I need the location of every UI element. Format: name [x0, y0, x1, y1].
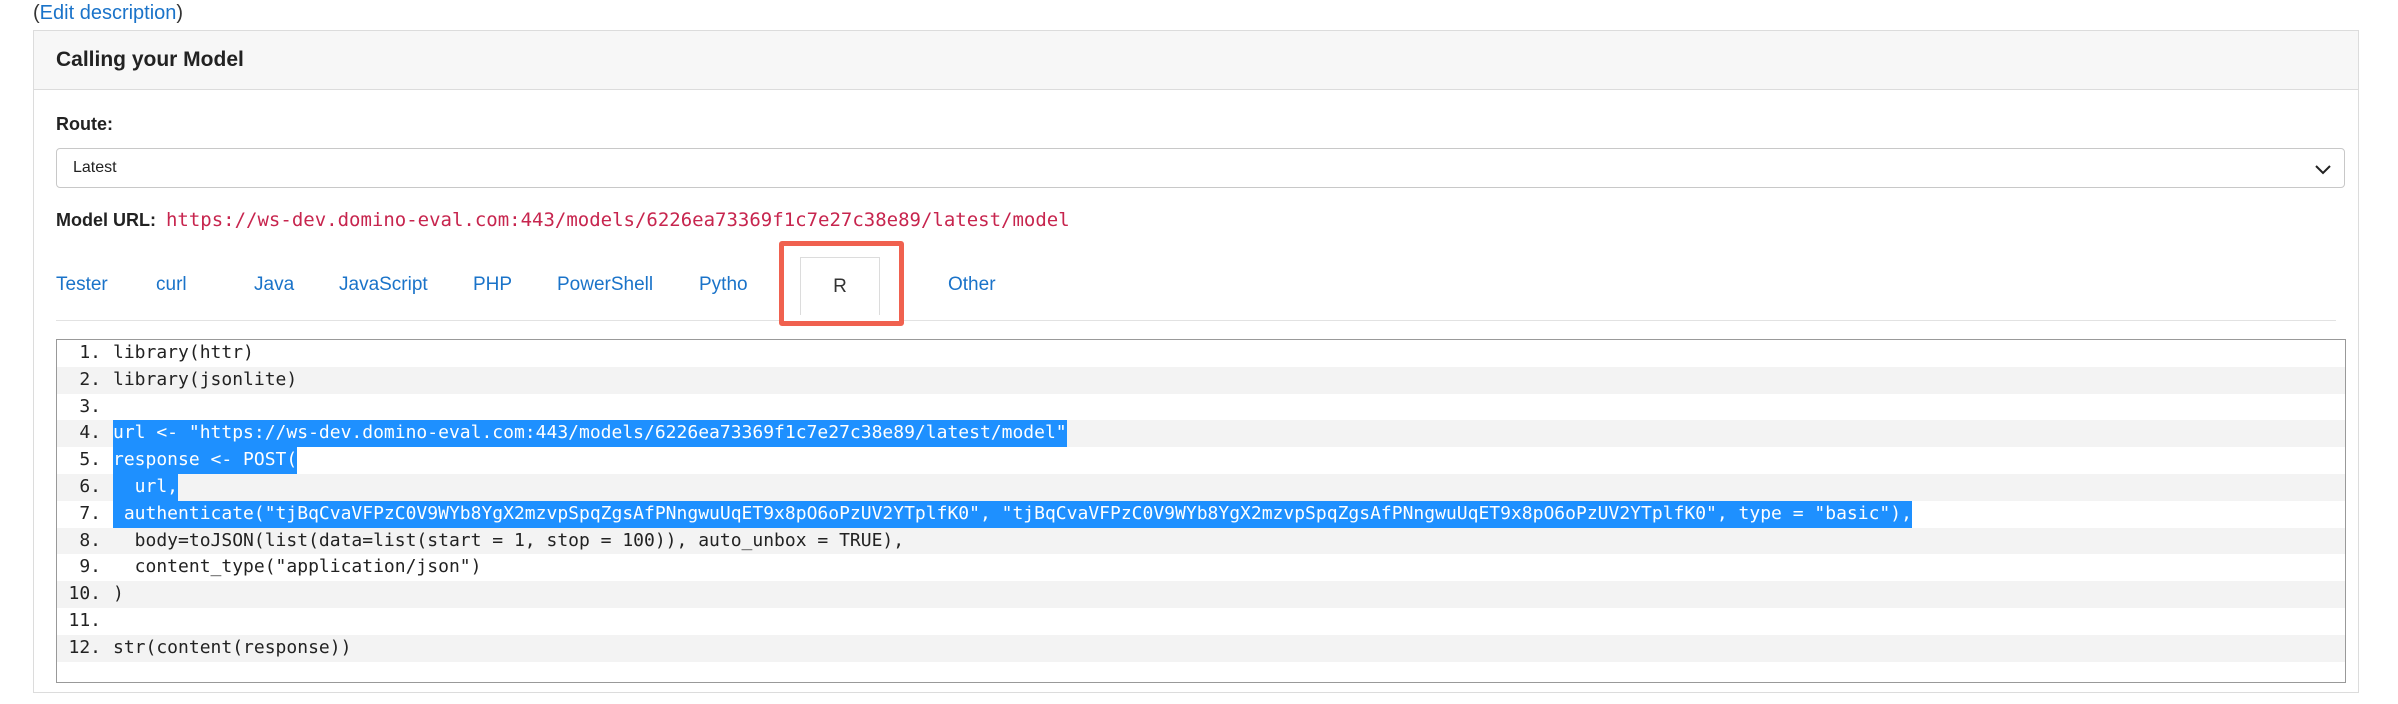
selected-code: response <- POST(	[113, 447, 298, 474]
tabs-divider	[56, 320, 2336, 321]
calling-model-panel: Calling your Model Route: Latest Model U…	[33, 30, 2359, 693]
code-line: 9. content_type("application/json")	[79, 556, 482, 578]
route-select[interactable]: Latest	[56, 148, 2345, 188]
tab-php[interactable]: PHP	[473, 274, 512, 296]
selected-code: url <- "https://ws-dev.domino-eval.com:4…	[113, 420, 1067, 448]
route-selected-value: Latest	[73, 159, 117, 176]
code-line: 2. library(jsonlite)	[57, 366, 2345, 394]
tab-java[interactable]: Java	[254, 274, 294, 296]
tab-tester[interactable]: Tester	[56, 274, 108, 296]
chevron-down-icon	[2315, 165, 2331, 175]
code-line: 6. url,	[57, 473, 2345, 501]
code-line: 11.	[68, 609, 101, 631]
tab-r[interactable]: R	[800, 257, 880, 315]
tab-other[interactable]: Other	[948, 274, 996, 296]
code-line: 3.	[79, 395, 101, 417]
selected-code: authenticate("tjBqCvaVFPzC0V9WYb8YgX2mzv…	[113, 500, 1912, 528]
edit-description-link[interactable]: Edit description	[40, 2, 177, 24]
code-line: 7. authenticate("tjBqCvaVFPzC0V9WYb8YgX2…	[57, 500, 2345, 528]
edit-description-line: (Edit description)	[33, 0, 183, 26]
code-line: 12. str(content(response))	[57, 634, 2345, 662]
active-tab-highlight: R	[779, 241, 904, 326]
selected-code: url,	[113, 473, 179, 501]
paren-open: (	[33, 2, 40, 24]
code-line: 4. url <- "https://ws-dev.domino-eval.com…	[57, 420, 2345, 448]
model-url-row: Model URL: https://ws-dev.domino-eval.co…	[56, 209, 1070, 231]
code-line: 10.)	[57, 581, 2345, 608]
panel-title: Calling your Model	[34, 31, 2358, 90]
tab-python[interactable]: Pytho	[699, 274, 748, 296]
route-label: Route:	[56, 114, 113, 134]
model-url-value: https://ws-dev.domino-eval.com:443/model…	[165, 209, 1070, 231]
code-block[interactable]: 1. library(httr) 2. library(jsonlite) 3. 4…	[56, 339, 2346, 683]
tab-powershell[interactable]: PowerShell	[557, 274, 653, 296]
tab-curl[interactable]: curl	[156, 274, 187, 296]
tab-javascript[interactable]: JavaScript	[339, 274, 428, 296]
paren-close: )	[176, 2, 184, 24]
code-line: 1. library(httr)	[79, 342, 254, 363]
code-line: 5. response <- POST(	[57, 447, 2345, 474]
code-line: 8. body=toJSON(list(data=list(start = 1,…	[57, 527, 2345, 555]
model-url-label: Model URL:	[56, 210, 156, 230]
